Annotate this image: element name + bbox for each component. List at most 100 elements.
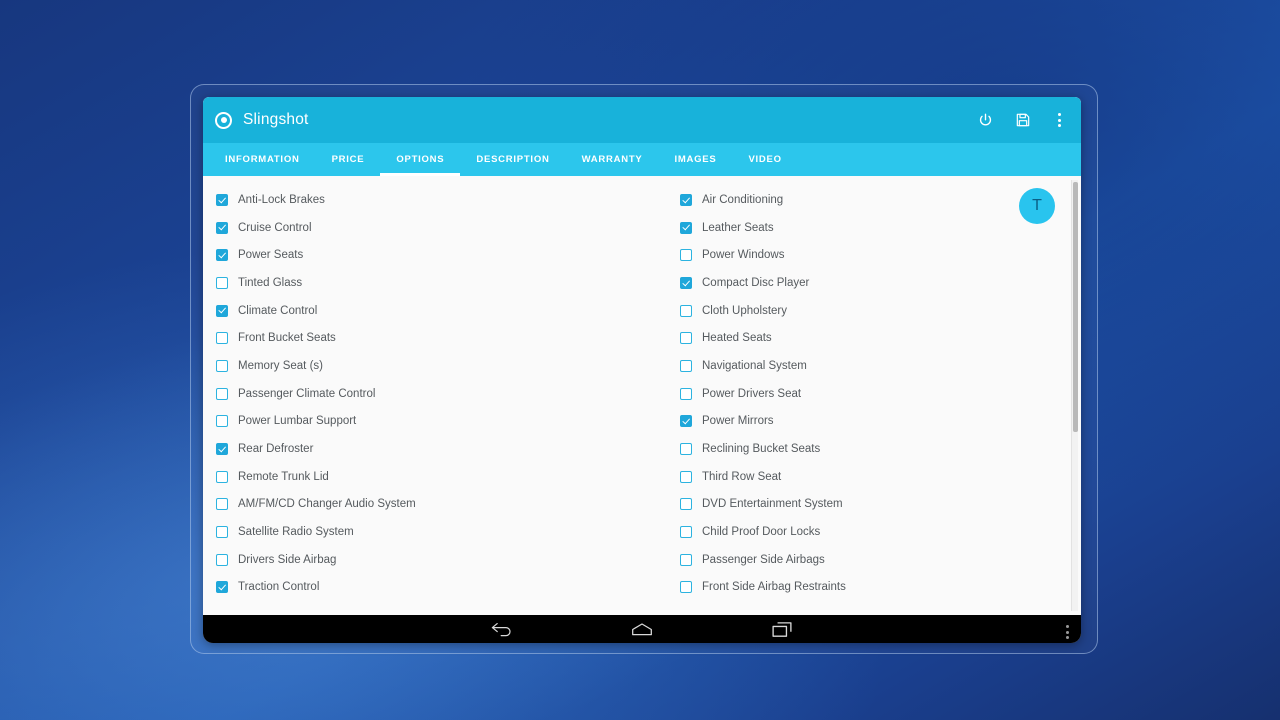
option-row[interactable]: Power Seats — [216, 241, 642, 269]
tab-images[interactable]: IMAGES — [658, 143, 732, 176]
option-row[interactable]: Remote Trunk Lid — [216, 463, 642, 491]
option-row[interactable]: AM/FM/CD Changer Audio System — [216, 491, 642, 519]
checkbox-checked-icon[interactable] — [216, 249, 228, 262]
checkbox-unchecked-icon[interactable] — [680, 249, 692, 262]
option-row[interactable]: Front Side Airbag Restraints — [680, 574, 1081, 602]
option-row[interactable]: Memory Seat (s) — [216, 352, 642, 380]
option-row[interactable]: Leather Seats — [680, 214, 1081, 242]
home-icon — [631, 622, 653, 642]
checkbox-unchecked-icon[interactable] — [216, 387, 228, 400]
option-row[interactable]: Climate Control — [216, 297, 642, 325]
overflow-menu-button[interactable] — [1051, 113, 1067, 127]
content-scrollbar[interactable] — [1071, 180, 1078, 611]
tab-description[interactable]: DESCRIPTION — [460, 143, 565, 176]
option-label: Traction Control — [238, 581, 320, 594]
tab-label: OPTIONS — [396, 154, 445, 165]
option-row[interactable]: Cruise Control — [216, 214, 642, 242]
option-label: Power Drivers Seat — [702, 387, 802, 400]
android-recents-button[interactable] — [767, 619, 797, 643]
option-row[interactable]: Traction Control — [216, 574, 642, 602]
content-scrollbar-thumb[interactable] — [1073, 182, 1078, 432]
option-row[interactable]: Compact Disc Player — [680, 269, 1081, 297]
checkbox-unchecked-icon[interactable] — [680, 359, 692, 372]
avatar[interactable]: T — [1019, 188, 1055, 224]
option-row[interactable]: Tinted Glass — [216, 269, 642, 297]
option-row[interactable]: Passenger Climate Control — [216, 380, 642, 408]
three-dots-vertical-icon-dot-2 — [1057, 118, 1061, 122]
checkbox-checked-icon[interactable] — [216, 221, 228, 234]
option-row[interactable]: Power Drivers Seat — [680, 380, 1081, 408]
checkbox-unchecked-icon[interactable] — [216, 553, 228, 566]
checkbox-unchecked-icon[interactable] — [216, 276, 228, 289]
checkbox-checked-icon[interactable] — [680, 193, 692, 206]
checkbox-unchecked-icon[interactable] — [216, 415, 228, 428]
checkbox-unchecked-icon[interactable] — [680, 470, 692, 483]
option-row[interactable]: Power Lumbar Support — [216, 408, 642, 436]
option-row[interactable]: Passenger Side Airbags — [680, 546, 1081, 574]
checkbox-unchecked-icon[interactable] — [216, 359, 228, 372]
three-dots-vertical-icon-dot-3 — [1057, 124, 1061, 127]
option-row[interactable]: Child Proof Door Locks — [680, 518, 1081, 546]
option-row[interactable]: Power Mirrors — [680, 408, 1081, 436]
option-label: Power Windows — [702, 249, 785, 262]
option-row[interactable]: Reclining Bucket Seats — [680, 435, 1081, 463]
checkbox-checked-icon[interactable] — [216, 193, 228, 206]
option-label: Remote Trunk Lid — [238, 470, 329, 483]
checkbox-unchecked-icon[interactable] — [680, 443, 692, 456]
options-left-column: Anti-Lock Brakes Cruise Control Power Seat… — [203, 186, 642, 601]
tab-options[interactable]: OPTIONS — [380, 143, 461, 176]
option-row[interactable]: Rear Defroster — [216, 435, 642, 463]
checkbox-unchecked-icon[interactable] — [216, 332, 228, 345]
checkbox-checked-icon[interactable] — [680, 221, 692, 234]
android-back-button[interactable] — [487, 619, 517, 643]
option-row[interactable]: Power Windows — [680, 241, 1081, 269]
checkbox-unchecked-icon[interactable] — [216, 498, 228, 511]
option-row[interactable]: Drivers Side Airbag — [216, 546, 642, 574]
tab-warranty[interactable]: WARRANTY — [566, 143, 659, 176]
tab-label: INFORMATION — [225, 154, 300, 165]
three-dots-vertical-icon-dot-2 — [1066, 630, 1069, 634]
option-label: Power Mirrors — [702, 415, 774, 428]
option-label: Rear Defroster — [238, 443, 314, 456]
android-overflow-menu[interactable] — [1066, 625, 1069, 639]
checkbox-checked-icon[interactable] — [680, 415, 692, 428]
power-button[interactable] — [975, 110, 995, 130]
three-dots-vertical-icon-dot-3 — [1066, 636, 1069, 639]
target-dot-icon — [215, 111, 232, 129]
three-dots-vertical-icon-dot-1 — [1066, 625, 1069, 628]
checkbox-unchecked-icon[interactable] — [680, 581, 692, 594]
checkbox-unchecked-icon[interactable] — [680, 332, 692, 345]
option-label: Tinted Glass — [238, 276, 303, 289]
checkbox-unchecked-icon[interactable] — [680, 498, 692, 511]
checkbox-unchecked-icon[interactable] — [216, 526, 228, 539]
app-bar-actions — [975, 110, 1067, 130]
option-row[interactable]: DVD Entertainment System — [680, 491, 1081, 519]
checkbox-checked-icon[interactable] — [216, 581, 228, 594]
tab-video[interactable]: VIDEO — [732, 143, 797, 176]
tab-information[interactable]: INFORMATION — [209, 143, 316, 176]
checkbox-unchecked-icon[interactable] — [680, 387, 692, 400]
option-row[interactable]: Front Bucket Seats — [216, 324, 642, 352]
option-row[interactable]: Satellite Radio System — [216, 518, 642, 546]
checkbox-checked-icon[interactable] — [216, 443, 228, 456]
checkbox-unchecked-icon[interactable] — [680, 553, 692, 566]
checkbox-unchecked-icon[interactable] — [680, 304, 692, 317]
option-label: Front Side Airbag Restraints — [702, 581, 846, 594]
save-button[interactable] — [1013, 110, 1033, 130]
checkbox-checked-icon[interactable] — [216, 304, 228, 317]
tab-price[interactable]: PRICE — [316, 143, 381, 176]
option-row[interactable]: Navigational System — [680, 352, 1081, 380]
option-row[interactable]: Cloth Upholstery — [680, 297, 1081, 325]
checkbox-unchecked-icon[interactable] — [216, 470, 228, 483]
android-nav-buttons — [203, 619, 1081, 643]
tab-label: DESCRIPTION — [476, 154, 550, 165]
option-label: Cruise Control — [238, 221, 312, 234]
option-row[interactable]: Anti-Lock Brakes — [216, 186, 642, 214]
android-home-button[interactable] — [627, 619, 657, 643]
option-row[interactable]: Third Row Seat — [680, 463, 1081, 491]
option-label: Reclining Bucket Seats — [702, 443, 821, 456]
checkbox-unchecked-icon[interactable] — [680, 526, 692, 539]
checkbox-checked-icon[interactable] — [680, 276, 692, 289]
option-row[interactable]: Heated Seats — [680, 324, 1081, 352]
avatar-initial: T — [1032, 197, 1042, 214]
